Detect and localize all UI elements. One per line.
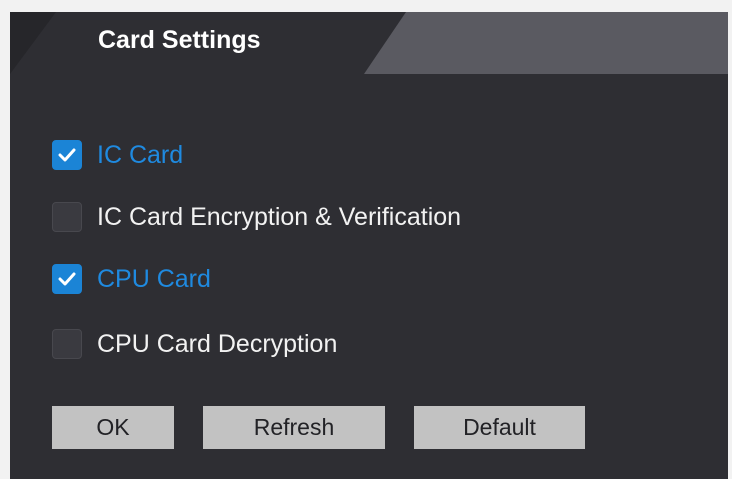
cpu-card-decryption-checkbox[interactable]	[52, 329, 82, 359]
tab-card-settings-label[interactable]: Card Settings	[98, 26, 261, 55]
cpu-card-checkbox[interactable]	[52, 264, 82, 294]
default-button[interactable]: Default	[414, 406, 585, 449]
refresh-button[interactable]: Refresh	[203, 406, 385, 449]
checkmark-icon	[58, 148, 76, 162]
option-cpu-card-decryption[interactable]: CPU Card Decryption	[52, 328, 337, 360]
option-ic-card[interactable]: IC Card	[52, 139, 183, 171]
ic-card-encryption-checkbox[interactable]	[52, 202, 82, 232]
ic-card-label[interactable]: IC Card	[97, 141, 183, 170]
checkmark-icon	[58, 272, 76, 286]
option-ic-card-encryption[interactable]: IC Card Encryption & Verification	[52, 201, 461, 233]
ok-button[interactable]: OK	[52, 406, 174, 449]
ic-card-encryption-label[interactable]: IC Card Encryption & Verification	[97, 203, 461, 232]
option-cpu-card[interactable]: CPU Card	[52, 263, 211, 295]
card-settings-panel: Card Settings IC Card IC Card Encryption…	[10, 12, 728, 479]
cpu-card-decryption-label[interactable]: CPU Card Decryption	[97, 330, 337, 359]
ic-card-checkbox[interactable]	[52, 140, 82, 170]
cpu-card-label[interactable]: CPU Card	[97, 265, 211, 294]
